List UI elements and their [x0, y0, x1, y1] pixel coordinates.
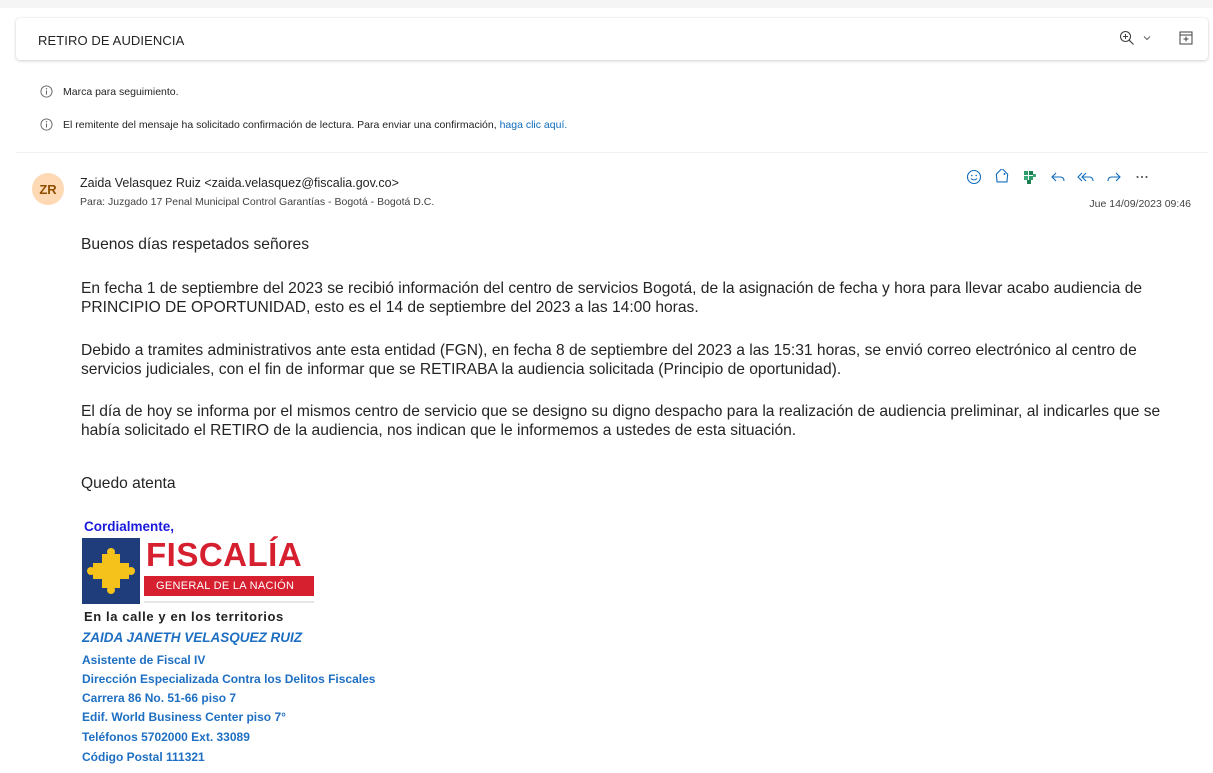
apps-button[interactable] — [1016, 166, 1044, 188]
signature-line: Teléfonos 5702000 Ext. 33089 — [82, 730, 250, 744]
subject-bar: RETIRO DE AUDIENCIA — [16, 18, 1208, 60]
more-actions-button[interactable] — [1128, 166, 1156, 188]
reply-button[interactable] — [1044, 166, 1072, 188]
greeting: Buenos días respetados señores — [81, 236, 309, 253]
reply-all-icon — [1077, 172, 1094, 182]
logo-sub-text: GENERAL DE LA NACIÓN — [156, 580, 295, 592]
message-date: Jue 14/09/2023 09:46 — [1089, 198, 1191, 210]
more-icon — [1136, 176, 1148, 178]
paragraph-2: Debido a tramites administrativos ante e… — [81, 342, 1137, 378]
emoji-button[interactable] — [960, 166, 988, 188]
reply-icon — [1051, 172, 1065, 182]
follow-up-notice: Marca para seguimiento. — [40, 85, 179, 98]
expand-button[interactable] — [1176, 26, 1196, 50]
forward-icon — [1107, 172, 1121, 182]
follow-up-text: Marca para seguimiento. — [63, 85, 179, 98]
read-receipt-notice: El remitente del mensaje ha solicitado c… — [40, 118, 567, 131]
reply-all-button[interactable] — [1072, 166, 1100, 188]
tag-button[interactable] — [988, 166, 1016, 188]
forward-button[interactable] — [1100, 166, 1128, 188]
logo-main-text: FISCALÍA — [146, 536, 303, 573]
read-receipt-text: El remitente del mensaje ha solicitado c… — [63, 118, 497, 131]
paragraph-3: El día de hoy se informa por el mismos c… — [81, 403, 1161, 439]
apps-icon — [1024, 171, 1036, 184]
read-receipt-link[interactable]: haga clic aquí. — [500, 119, 568, 131]
closing: Quedo atenta — [81, 475, 176, 492]
recipients[interactable]: Para: Juzgado 17 Penal Municipal Control… — [80, 196, 434, 208]
signature-name: ZAIDA JANETH VELASQUEZ RUIZ — [82, 630, 303, 645]
signature-line: Código Postal 111321 — [82, 750, 205, 764]
chevron-down-icon — [1143, 36, 1151, 41]
fiscalia-logo: FISCALÍA GENERAL DE LA NACIÓN — [82, 536, 314, 608]
zoom-icon — [1119, 30, 1134, 45]
signature-line: Edif. World Business Center piso 7° — [82, 710, 286, 724]
emoji-icon — [966, 169, 982, 185]
paragraph-1: En fecha 1 de septiembre del 2023 se rec… — [81, 280, 1143, 316]
signature-tagline: En la calle y en los territorios — [84, 609, 284, 624]
avatar[interactable]: ZR — [32, 173, 64, 205]
signature-salutation: Cordialmente, — [84, 519, 175, 534]
message-actions — [960, 166, 1156, 188]
expand-icon — [1179, 31, 1193, 45]
info-icon — [40, 85, 53, 98]
zoom-button[interactable] — [1119, 26, 1153, 50]
signature-line: Carrera 86 No. 51-66 piso 7 — [82, 691, 237, 705]
info-icon — [40, 118, 53, 131]
email-subject: RETIRO DE AUDIENCIA — [38, 33, 185, 48]
sender-name[interactable]: Zaida Velasquez Ruiz <zaida.velasquez@fi… — [80, 176, 399, 190]
signature-line: Dirección Especializada Contra los Delit… — [82, 672, 376, 686]
top-strip — [0, 0, 1213, 8]
tag-icon — [995, 169, 1009, 183]
divider — [16, 152, 1208, 153]
signature-line: Asistente de Fiscal IV — [82, 653, 206, 667]
